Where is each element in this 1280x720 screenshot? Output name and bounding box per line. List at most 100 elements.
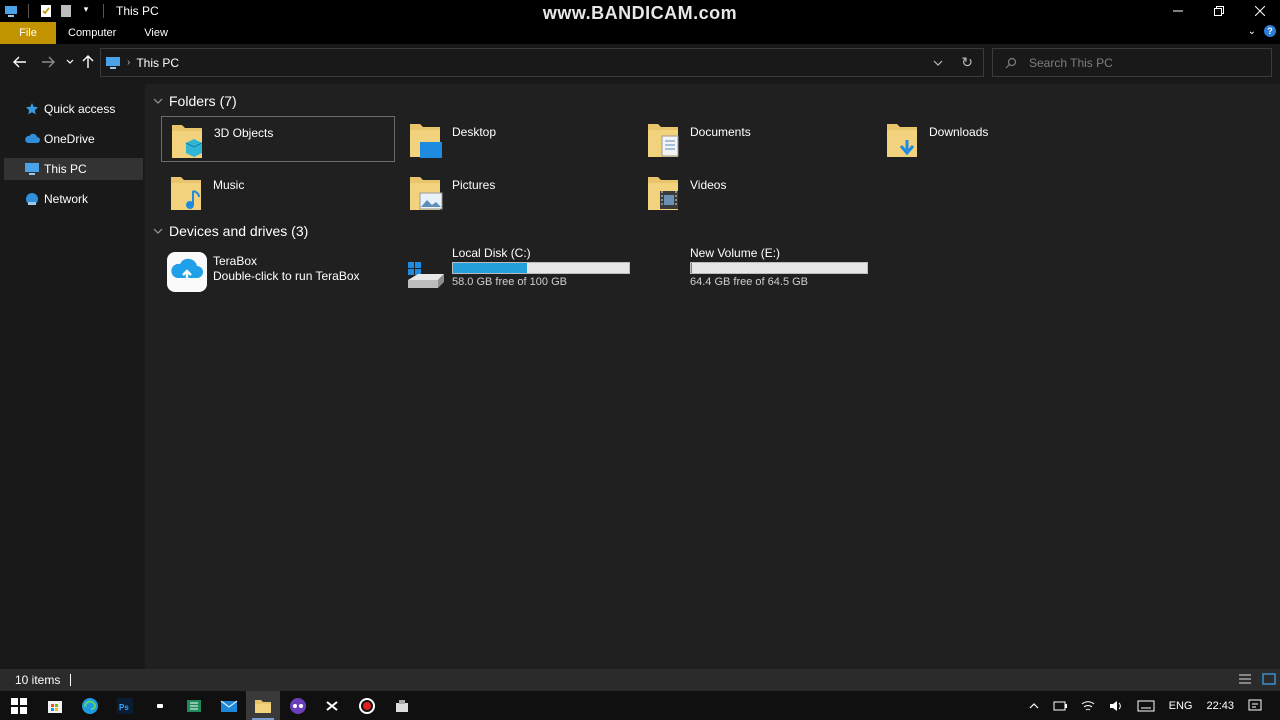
breadcrumb[interactable]: This PC [136,56,179,70]
sidebar-item-quick-access[interactable]: Quick access [4,98,143,120]
folder-music[interactable]: Music [161,169,395,215]
drive-free-space: 64.4 GB free of 64.5 GB [690,276,809,288]
notifications-icon[interactable] [1248,699,1262,713]
navigation-pane: Quick access OneDrive This PC Network [0,84,145,669]
large-icons-view-icon[interactable] [1262,673,1276,685]
taskbar-app-icon[interactable] [385,691,419,720]
folder-downloads[interactable]: Downloads [877,116,1111,162]
breadcrumb-chevron-icon[interactable]: › [127,57,130,68]
computer-icon [24,162,40,176]
language-indicator[interactable]: ENG [1169,700,1193,712]
up-button[interactable] [80,54,96,70]
folder-label: Pictures [452,178,496,192]
search-box[interactable]: Search This PC [992,48,1272,77]
status-divider [70,674,72,686]
search-icon [1005,57,1017,69]
content-pane: Folders (7) 3D Objects Desktop Documents… [145,84,1280,669]
drive-e[interactable]: New Volume (E:) 64.4 GB free of 64.5 GB [638,246,872,296]
wifi-icon[interactable] [1081,700,1095,712]
sidebar-item-label: This PC [44,162,87,176]
battery-icon[interactable] [1053,701,1067,711]
drive-name: New Volume (E:) [690,246,781,260]
folder-label: Desktop [452,125,497,139]
taskbar-app-icon[interactable] [143,691,177,720]
star-icon [24,102,40,116]
volume-icon[interactable] [1109,700,1123,712]
folder-label: Music [213,178,245,192]
sidebar-item-onedrive[interactable]: OneDrive [4,128,143,150]
recent-locations-button[interactable] [62,54,78,70]
forward-button[interactable] [40,54,56,70]
taskbar-mail-icon[interactable] [212,691,246,720]
start-button[interactable] [2,691,36,720]
downloads-folder-icon [885,120,921,160]
system-tray: ENG 22:43 [1029,691,1280,720]
tab-file[interactable]: File [0,22,56,44]
drive-usage-bar [452,262,630,274]
search-input[interactable]: Search This PC [1029,56,1113,70]
hard-drive-windows-icon [404,250,448,294]
keyboard-icon[interactable] [1137,700,1155,712]
taskbar: Ps ENG 22:43 [0,691,1280,720]
address-dropdown-icon[interactable] [933,57,943,69]
folders-group-header[interactable]: Folders (7) [153,93,237,109]
address-bar[interactable]: › This PC ↻ [100,48,984,77]
pictures-folder-icon [408,173,444,213]
status-bar: 10 items [0,669,1280,691]
group-title: Devices and drives (3) [169,223,309,239]
sidebar-item-this-pc[interactable]: This PC [4,158,143,180]
drive-subtitle: Double-click to run TeraBox [213,269,360,283]
back-button[interactable] [12,54,28,70]
window-controls [1157,0,1280,22]
group-title: Folders (7) [169,93,237,109]
folder-3d-objects[interactable]: 3D Objects [161,116,395,162]
refresh-icon[interactable]: ↻ [961,54,973,71]
taskbar-edge-icon[interactable] [73,691,107,720]
details-view-icon[interactable] [1238,673,1252,685]
collapse-chevron-icon[interactable] [153,96,163,107]
close-button[interactable] [1239,0,1280,22]
terabox-icon [165,250,209,294]
sidebar-item-network[interactable]: Network [4,188,143,210]
terabox-item[interactable]: TeraBox Double-click to run TeraBox [161,246,395,296]
folder-documents[interactable]: Documents [638,116,872,162]
drive-free-space: 58.0 GB free of 100 GB [452,276,567,288]
sidebar-item-label: Network [44,192,89,206]
3d-objects-folder-icon [170,121,206,161]
minimize-button[interactable] [1157,0,1198,22]
drive-name: Local Disk (C:) [452,246,531,260]
item-count: 10 items [15,673,61,687]
show-hidden-icons-icon[interactable] [1029,702,1039,710]
drive-usage-fill [453,263,527,273]
taskbar-app-store[interactable] [38,691,72,720]
view-switcher [1238,673,1276,685]
taskbar-app-purple-icon[interactable] [281,691,315,720]
documents-folder-icon [646,120,682,160]
videos-folder-icon [646,173,682,213]
folder-desktop[interactable]: Desktop [400,116,634,162]
tab-view[interactable]: View [130,22,182,44]
drive-c[interactable]: Local Disk (C:) 58.0 GB free of 100 GB [400,246,634,296]
taskbar-sheets-icon[interactable] [177,691,211,720]
folder-pictures[interactable]: Pictures [400,169,634,215]
music-folder-icon [169,173,205,213]
this-pc-icon [105,56,121,69]
clock[interactable]: 22:43 [1206,700,1234,712]
restore-button[interactable] [1198,0,1239,22]
help-icon[interactable]: ? [1264,25,1276,37]
collapse-chevron-icon[interactable] [153,226,163,237]
folder-label: Documents [690,125,751,139]
cloud-icon [24,132,40,146]
sidebar-item-label: Quick access [44,102,116,116]
network-icon [24,192,40,206]
drive-name: TeraBox [213,254,258,268]
folder-label: Videos [690,178,727,192]
devices-group-header[interactable]: Devices and drives (3) [153,223,308,239]
taskbar-capcut-icon[interactable] [315,691,349,720]
folder-videos[interactable]: Videos [638,169,872,215]
tab-computer[interactable]: Computer [56,22,130,44]
taskbar-file-explorer-icon[interactable] [246,691,280,720]
taskbar-bandicam-icon[interactable] [350,691,384,720]
taskbar-photoshop-icon[interactable]: Ps [108,691,142,720]
expand-ribbon-icon[interactable]: ⌄ [1248,26,1256,37]
